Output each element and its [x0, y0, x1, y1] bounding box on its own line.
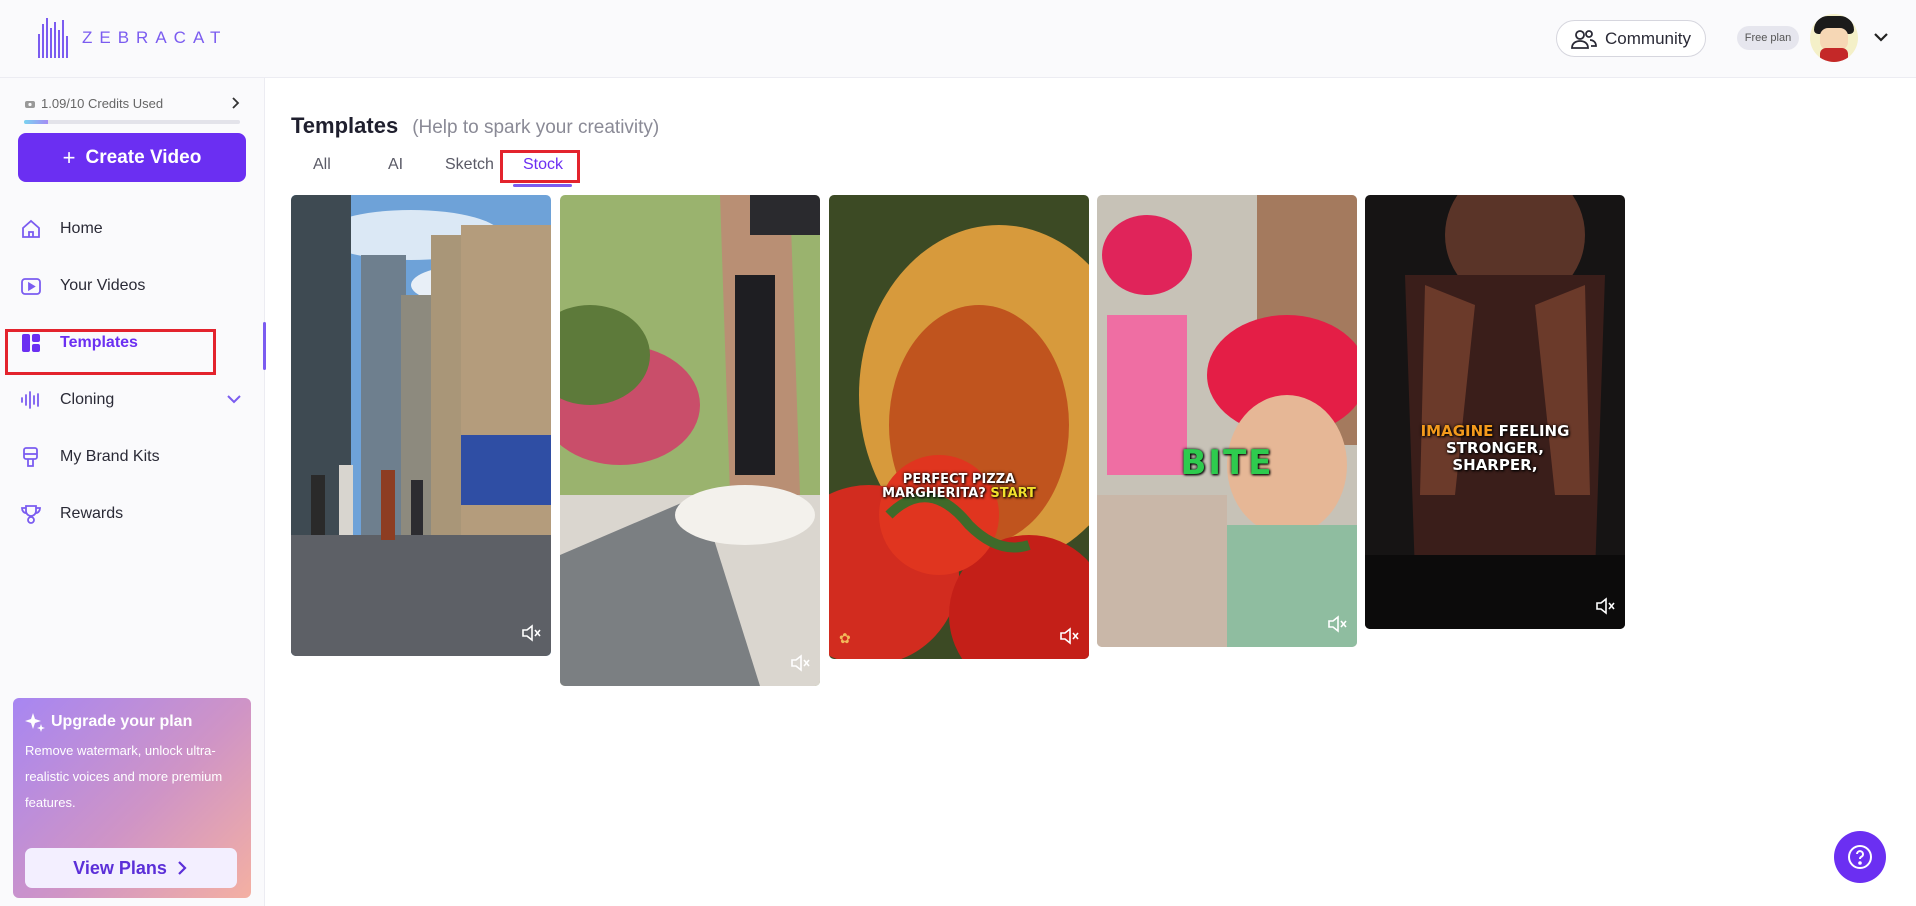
sidebar-item-home[interactable]: Home — [0, 200, 265, 257]
template-card-pizza[interactable]: PERFECT PIZZA MARGHERITA? START ✿ — [829, 195, 1089, 659]
template-card-shoe[interactable] — [560, 195, 820, 686]
kids-caption: BITE — [1180, 443, 1274, 483]
create-video-label: Create Video — [85, 146, 202, 168]
mute-icon[interactable] — [790, 654, 810, 672]
home-icon — [22, 219, 40, 238]
view-plans-button[interactable]: View Plans — [25, 848, 237, 888]
community-button[interactable]: Community — [1556, 20, 1706, 57]
fitness-caption: IMAGINE FEELING STRONGER, SHARPER, — [1365, 423, 1625, 474]
page-title: Templates — [291, 113, 399, 138]
tab-ai[interactable]: AI — [388, 156, 403, 174]
user-avatar[interactable] — [1810, 14, 1858, 62]
plan-badge: Free plan — [1737, 26, 1799, 50]
fitness-thumbnail — [1365, 195, 1625, 629]
sidebar-item-brand-kits[interactable]: My Brand Kits — [0, 428, 265, 485]
upgrade-card: Upgrade your plan Remove watermark, unlo… — [13, 698, 251, 898]
upgrade-title: Upgrade your plan — [25, 712, 239, 732]
caption-line: PERFECT PIZZA — [902, 472, 1016, 487]
chevron-down-icon[interactable] — [1870, 26, 1892, 48]
chevron-right-icon — [178, 861, 187, 875]
chevron-right-icon — [232, 97, 240, 109]
video-icon — [21, 278, 41, 295]
caption-word: FEELING — [1498, 422, 1570, 440]
shoe-thumbnail — [560, 195, 820, 686]
sidebar-item-label: Cloning — [60, 390, 115, 408]
template-card-kids[interactable]: BITE — [1097, 195, 1357, 647]
caption-line: SHARPER, — [1452, 456, 1538, 474]
waveform-icon — [21, 391, 39, 409]
paw-icon: ✿ — [839, 630, 851, 646]
caption-line: STRONGER, — [1446, 439, 1544, 457]
mute-icon[interactable] — [1327, 615, 1347, 633]
sidebar-item-label: Home — [60, 219, 103, 237]
active-tab-indicator — [513, 184, 572, 187]
stock-tab-highlight-box — [500, 150, 580, 183]
credits-usage[interactable]: 1.09/10 Credits Used — [24, 96, 240, 111]
credits-label: 1.09/10 Credits Used — [41, 96, 164, 111]
sidebar: 1.09/10 Credits Used + Create Video Home… — [0, 78, 266, 906]
coin-icon — [25, 100, 35, 108]
caption-line: MARGHERITA? START — [829, 487, 1089, 501]
community-label: Community — [1605, 28, 1691, 48]
caption-highlight-word: IMAGINE — [1420, 422, 1494, 440]
logo-mark-icon — [38, 18, 68, 58]
tab-sketch[interactable]: Sketch — [445, 156, 494, 174]
view-plans-label: View Plans — [73, 857, 167, 878]
templates-highlight-box — [5, 329, 216, 375]
logo-text: ZEBRACAT — [82, 28, 228, 47]
sidebar-item-label: My Brand Kits — [60, 447, 160, 465]
kids-thumbnail — [1097, 195, 1357, 647]
top-header: ZEBRACAT Community Free plan — [0, 0, 1916, 78]
mute-icon[interactable] — [1595, 597, 1615, 615]
upgrade-description: Remove watermark, unlock ultra-realistic… — [25, 743, 223, 810]
plus-icon: + — [62, 144, 76, 170]
page-title-row: Templates (Help to spark your creativity… — [291, 113, 659, 139]
credits-progress-fill — [24, 120, 48, 124]
sidebar-item-cloning[interactable]: Cloning — [0, 371, 265, 428]
help-button[interactable] — [1834, 831, 1886, 883]
page-subtitle: (Help to spark your creativity) — [412, 117, 660, 138]
tab-all[interactable]: All — [313, 156, 331, 174]
chevron-down-icon[interactable] — [224, 389, 244, 409]
create-video-button[interactable]: + Create Video — [18, 133, 246, 182]
mute-icon[interactable] — [521, 624, 541, 642]
pizza-caption: PERFECT PIZZA MARGHERITA? START — [829, 473, 1089, 501]
city-street-thumbnail — [291, 195, 551, 656]
template-card-fitness[interactable]: IMAGINE FEELING STRONGER, SHARPER, — [1365, 195, 1625, 629]
brand-kit-icon — [23, 447, 38, 467]
caption-highlight-word: START — [990, 486, 1036, 501]
sparkle-icon — [25, 713, 45, 732]
trophy-icon — [21, 505, 41, 524]
zebracat-logo[interactable]: ZEBRACAT — [38, 18, 227, 58]
credits-progress-bar — [24, 120, 240, 124]
question-icon — [1848, 845, 1872, 869]
pizza-thumbnail — [829, 195, 1089, 659]
upgrade-title-text: Upgrade your plan — [51, 713, 193, 730]
sidebar-item-label: Your Videos — [60, 276, 146, 294]
sidebar-item-rewards[interactable]: Rewards — [0, 485, 265, 542]
template-card-city-street[interactable] — [291, 195, 551, 656]
caption-line: IMAGINE FEELING — [1365, 423, 1625, 440]
sidebar-item-your-videos[interactable]: Your Videos — [0, 257, 265, 314]
community-icon — [1571, 29, 1597, 49]
mute-icon[interactable] — [1059, 627, 1079, 645]
sidebar-item-label: Rewards — [60, 504, 124, 522]
caption-word: MARGHERITA? — [882, 486, 986, 501]
